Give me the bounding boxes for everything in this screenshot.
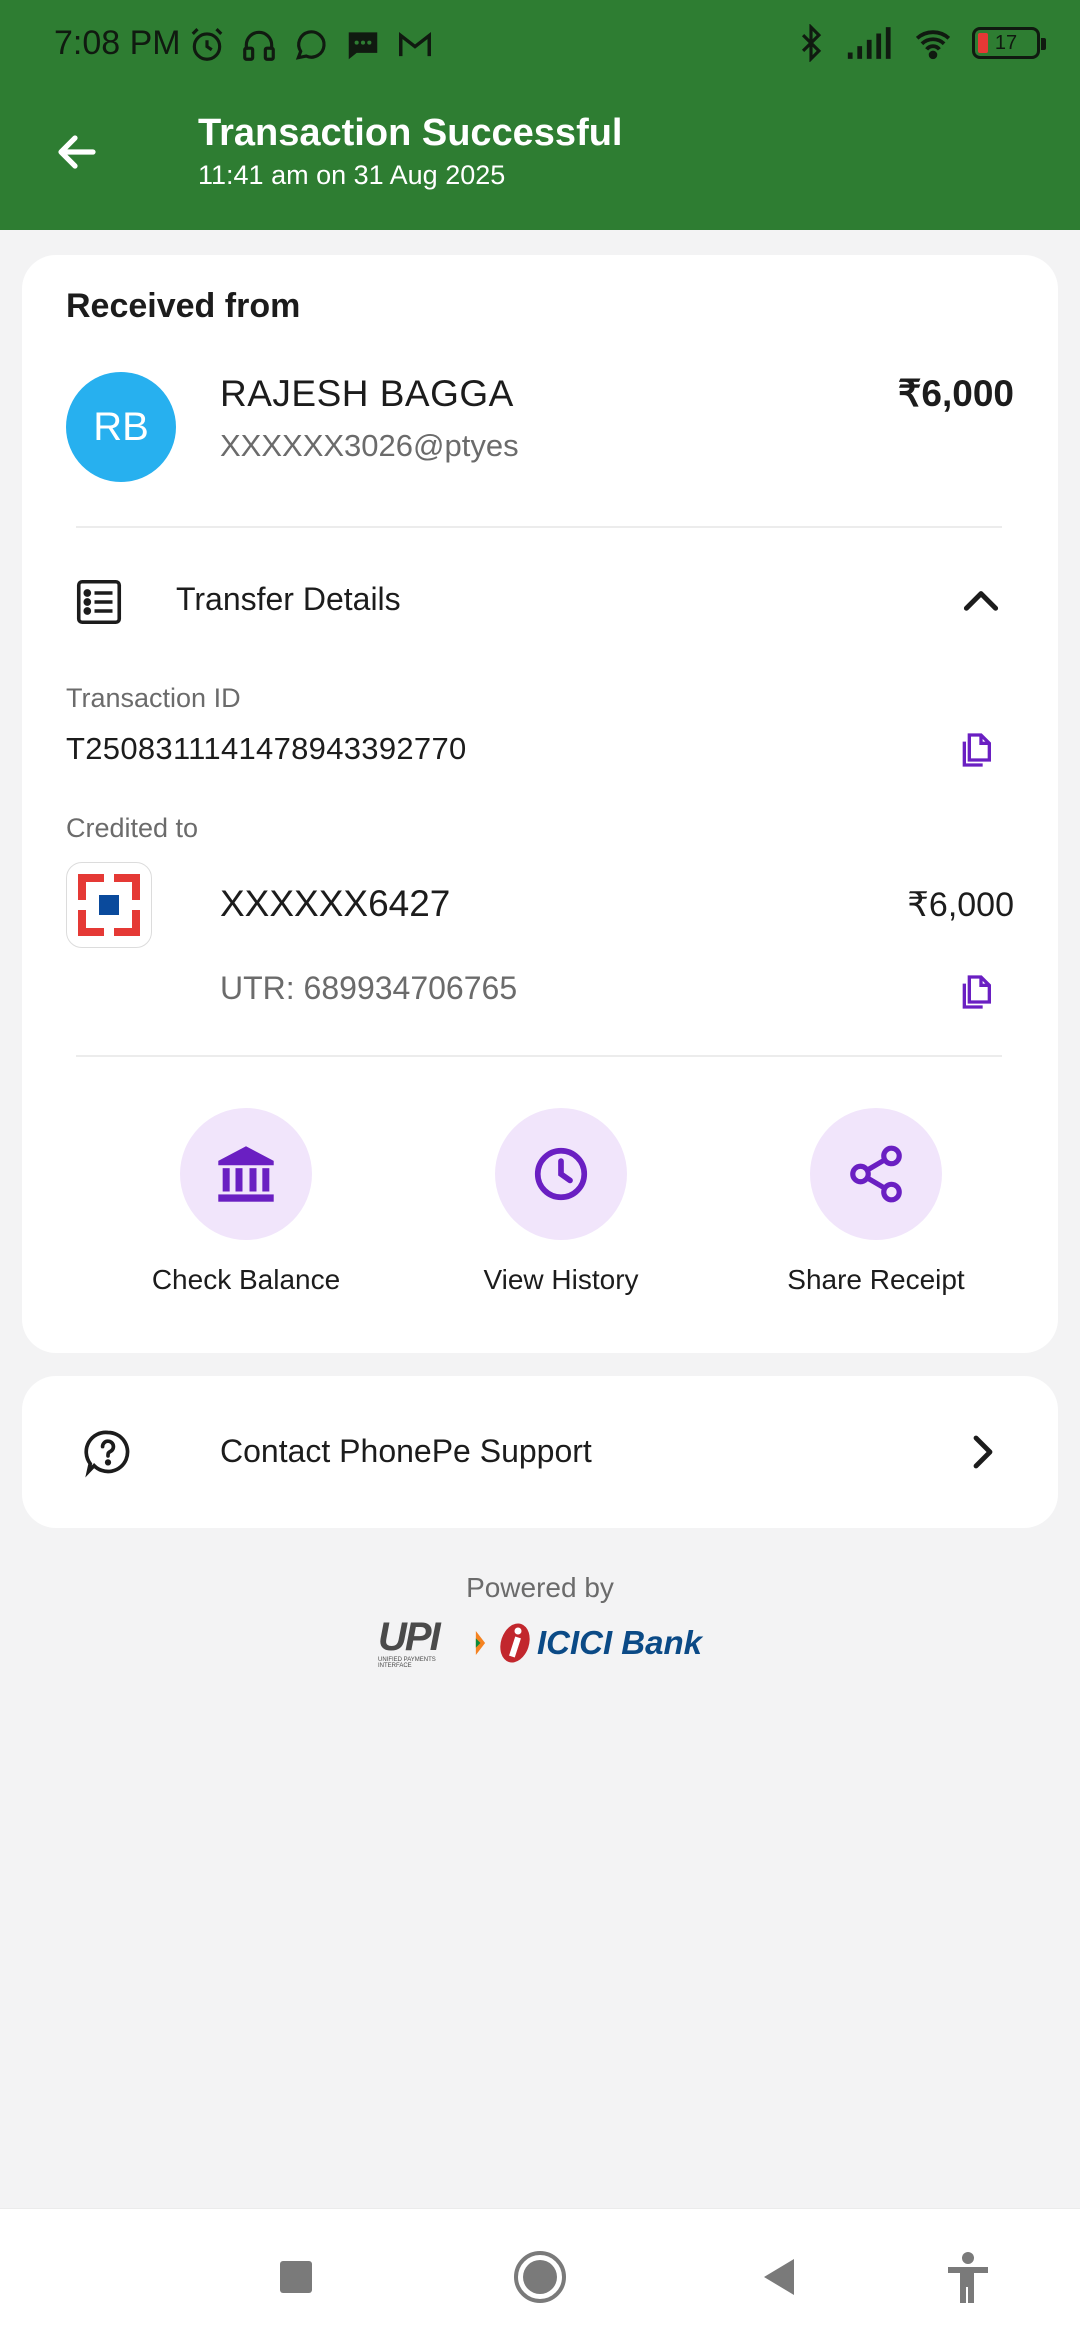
- transaction-id-value: T2508311141478943392770: [66, 731, 467, 766]
- credited-account: XXXXXX6427: [220, 883, 451, 924]
- share-receipt-label: Share Receipt: [787, 1264, 965, 1295]
- receipt-list-icon: [76, 579, 122, 625]
- action-circle: [810, 1108, 942, 1240]
- sender-name: RAJESH BAGGA: [220, 373, 514, 414]
- credited-to-label: Credited to: [66, 813, 199, 843]
- status-icons-right: 17: [792, 24, 1046, 62]
- bank-emblem-icon: [78, 874, 140, 936]
- back-triangle-icon[interactable]: [752, 2249, 808, 2305]
- clock-icon: [534, 1147, 588, 1201]
- accessibility-icon[interactable]: [940, 2249, 996, 2305]
- alarm-icon: [191, 28, 223, 61]
- chevron-up-icon[interactable]: [956, 577, 1006, 627]
- contact-support-label: Contact PhonePe Support: [220, 1433, 592, 1469]
- divider: [76, 526, 1002, 528]
- divider: [76, 1055, 1002, 1057]
- gmail-icon: [399, 31, 431, 57]
- copy-transaction-id-icon[interactable]: [956, 730, 996, 770]
- credited-amount: ₹6,000: [907, 886, 1014, 924]
- sender-upi-id: XXXXXX3026@ptyes: [220, 428, 519, 463]
- status-icons-left: [188, 26, 434, 64]
- upi-tagline: UNIFIED PAYMENTS INTERFACE: [378, 1657, 436, 1669]
- action-circle: [180, 1108, 312, 1240]
- recents-square-icon[interactable]: [268, 2249, 324, 2305]
- battery-level: 17: [994, 32, 1018, 54]
- back-button[interactable]: [40, 118, 114, 186]
- view-history-label: View History: [483, 1264, 639, 1295]
- received-amount: ₹6,000: [897, 373, 1014, 414]
- transfer-details-toggle[interactable]: Transfer Details: [176, 581, 401, 618]
- header-bar: 7:08 PM 17 Transaction Successful 11:41 …: [0, 0, 1080, 230]
- action-circle: [495, 1108, 627, 1240]
- status-time: 7:08 PM: [54, 24, 181, 62]
- avatar: RB: [66, 372, 176, 482]
- transaction-id-label: Transaction ID: [66, 683, 241, 713]
- status-bar: 7:08 PM 17: [0, 0, 1080, 95]
- contact-support-row[interactable]: Contact PhonePe Support: [22, 1376, 1058, 1528]
- bluetooth-icon: [801, 24, 822, 62]
- icici-bank-text: ICICI Bank: [536, 1624, 702, 1661]
- check-balance-label: Check Balance: [151, 1264, 341, 1295]
- transaction-timestamp: 11:41 am on 31 Aug 2025: [198, 160, 506, 190]
- help-circle-icon: [84, 1430, 130, 1478]
- share-receipt-button[interactable]: Share Receipt: [746, 1108, 1006, 1296]
- powered-by-label: Powered by: [466, 1572, 614, 1603]
- icici-emblem-icon: [500, 1623, 530, 1663]
- wifi-icon: [915, 30, 951, 60]
- icici-bank-logo: ICICI Bank: [497, 1621, 702, 1665]
- share-icon: [850, 1145, 902, 1203]
- transaction-card: Received from RB RAJESH BAGGA XXXXXX3026…: [22, 255, 1058, 1353]
- sms-icon: [348, 32, 378, 60]
- avatar-initials: RB: [93, 404, 149, 449]
- arrow-left-icon: [58, 135, 96, 169]
- hdfc-bank-logo: [66, 862, 152, 948]
- view-history-button[interactable]: View History: [431, 1108, 691, 1296]
- partner-logos: UPI UNIFIED PAYMENTS INTERFACE ICICI Ban…: [378, 1617, 702, 1669]
- whatsapp-icon: [295, 30, 326, 60]
- system-nav-bar: [0, 2208, 1080, 2340]
- utr-number: UTR: 689934706765: [220, 970, 518, 1006]
- home-circle-icon[interactable]: [512, 2249, 568, 2305]
- upi-logo-text: UPI: [378, 1615, 441, 1659]
- page-title: Transaction Successful: [198, 112, 623, 154]
- bank-icon: [218, 1146, 274, 1202]
- copy-utr-icon[interactable]: [956, 972, 996, 1012]
- received-from-label: Received from: [66, 287, 301, 325]
- signal-icon: [847, 27, 891, 59]
- check-balance-button[interactable]: Check Balance: [116, 1108, 376, 1296]
- battery-icon: 17: [972, 27, 1046, 59]
- upi-arrow-icon: [475, 1630, 486, 1656]
- chevron-right-icon: [973, 1435, 993, 1469]
- upi-logo: UPI UNIFIED PAYMENTS INTERFACE: [378, 1617, 464, 1669]
- headset-icon: [243, 30, 275, 61]
